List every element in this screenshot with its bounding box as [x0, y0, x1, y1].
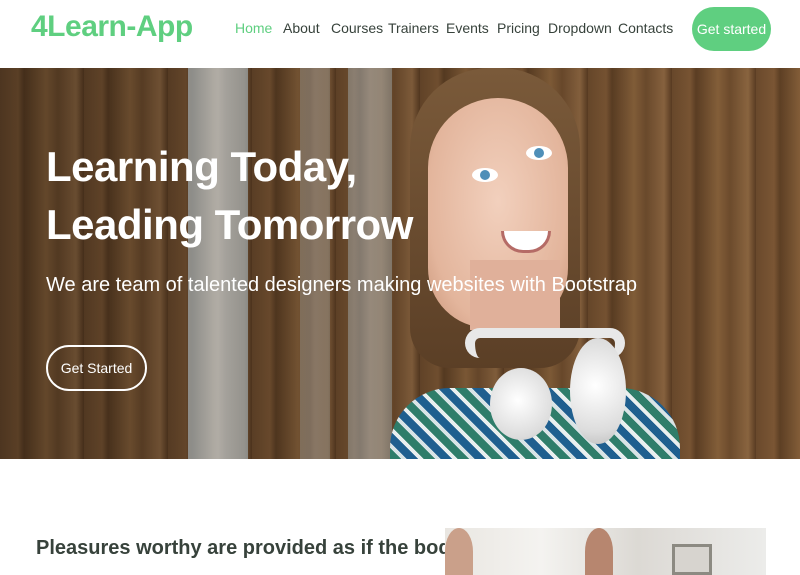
nav-item-about[interactable]: About: [283, 20, 320, 36]
hero-title-line2: Leading Tomorrow: [46, 201, 413, 248]
nav-item-dropdown[interactable]: Dropdown: [548, 20, 612, 36]
main-nav: Home About Courses Trainers Events Prici…: [0, 0, 800, 60]
hero-title: Learning Today, Leading Tomorrow: [46, 138, 413, 254]
about-team-photo: [445, 528, 766, 575]
nav-item-events[interactable]: Events: [446, 20, 489, 36]
about-title: Pleasures worthy are provided as if the …: [36, 537, 478, 559]
nav-item-trainers[interactable]: Trainers: [388, 20, 439, 36]
wall-frame: [672, 544, 712, 575]
nav-item-pricing[interactable]: Pricing: [497, 20, 540, 36]
site-header: 4Learn-App Home About Courses Trainers E…: [0, 0, 800, 68]
nav-item-courses[interactable]: Courses: [331, 20, 383, 36]
get-started-button[interactable]: Get started: [692, 7, 771, 51]
hero-title-line1: Learning Today,: [46, 143, 357, 190]
hero-subtitle: We are team of talented designers making…: [46, 274, 638, 296]
nav-item-home[interactable]: Home: [235, 20, 272, 36]
hero-get-started-button[interactable]: Get Started: [46, 345, 147, 391]
hero-section: Learning Today, Leading Tomorrow We are …: [0, 68, 800, 459]
nav-item-contacts[interactable]: Contacts: [618, 20, 673, 36]
